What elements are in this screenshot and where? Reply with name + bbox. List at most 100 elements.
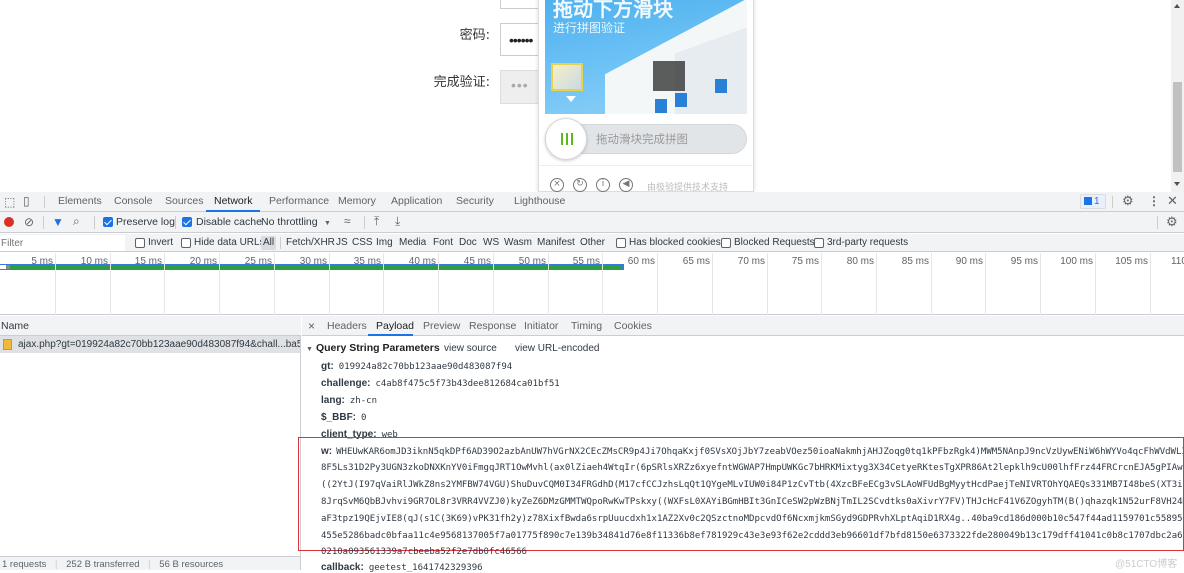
filter-type-js[interactable]: JS bbox=[336, 237, 348, 248]
query-params-section-header[interactable]: ▼ Query String Parameters bbox=[306, 342, 440, 354]
timeline-tick-label: 50 ms bbox=[518, 256, 546, 267]
import-har-icon[interactable]: ⤒ bbox=[374, 215, 379, 227]
w-param-line: aF3tpz19QEjvIE8(qJ(s1C(3K69)vPK31fh2y)z7… bbox=[321, 514, 1183, 524]
filter-type-other[interactable]: Other bbox=[580, 237, 605, 248]
timeline-tick-label: 85 ms bbox=[901, 256, 929, 267]
more-options-icon[interactable]: ⋮ bbox=[1148, 195, 1160, 207]
scroll-down-icon[interactable] bbox=[1174, 182, 1180, 186]
device-toolbar-icon[interactable]: ▯ bbox=[23, 195, 30, 207]
filter-type-fetch-xhr[interactable]: Fetch/XHR bbox=[286, 237, 335, 248]
name-column-header[interactable]: Name bbox=[0, 316, 301, 336]
timeline-tick-label: 80 ms bbox=[846, 256, 874, 267]
timeline-tick-label: 110 ms bbox=[1170, 256, 1184, 267]
tab-performance[interactable]: Performance bbox=[269, 195, 329, 207]
w-param-line: 455e5286badc0bfaa11c4e9568137005f7a01775… bbox=[321, 531, 1183, 541]
timeline-gridline bbox=[110, 253, 111, 315]
detail-tabbar: × Headers Payload Preview Response Initi… bbox=[302, 316, 1184, 336]
filter-icon[interactable]: ▼ bbox=[52, 216, 64, 228]
tab-cookies[interactable]: Cookies bbox=[614, 320, 652, 332]
filter-type-doc[interactable]: Doc bbox=[459, 237, 477, 248]
info-icon[interactable]: i bbox=[596, 178, 610, 192]
record-icon[interactable] bbox=[4, 217, 14, 227]
request-row[interactable]: ajax.php?gt=019924a82c70bb123aae90d48308… bbox=[0, 336, 300, 353]
timeline-tick-label: 5 ms bbox=[31, 256, 53, 267]
preserve-log-checkbox[interactable] bbox=[103, 217, 113, 227]
xhr-file-icon bbox=[3, 339, 12, 350]
blocked-requests-checkbox[interactable] bbox=[721, 238, 731, 248]
tab-payload[interactable]: Payload bbox=[376, 320, 414, 332]
tab-response[interactable]: Response bbox=[469, 320, 516, 332]
tab-initiator[interactable]: Initiator bbox=[524, 320, 558, 332]
export-har-icon[interactable]: ⤓ bbox=[395, 215, 400, 227]
param-value: c4ab8f475c5f73b43dee812684ca01bf51 bbox=[375, 379, 560, 389]
filter-type-img[interactable]: Img bbox=[376, 237, 393, 248]
window-shape bbox=[715, 79, 727, 93]
hide-data-urls-checkbox[interactable] bbox=[181, 238, 191, 248]
inspect-element-icon[interactable]: ⬚ bbox=[4, 196, 15, 208]
captcha-subtitle: 进行拼图验证 bbox=[553, 21, 626, 35]
close-devtools-icon[interactable]: ✕ bbox=[1167, 194, 1178, 207]
network-overview-timeline[interactable]: 5 ms 10 ms 15 ms 20 ms 25 ms 30 ms 35 ms 40 ms 4… bbox=[0, 253, 1184, 315]
filter-type-css[interactable]: CSS bbox=[352, 237, 373, 248]
close-icon[interactable]: × bbox=[550, 178, 564, 192]
clear-icon[interactable]: ⊘ bbox=[24, 216, 34, 228]
timeline-tick-label: 30 ms bbox=[299, 256, 327, 267]
settings-icon[interactable]: ⚙ bbox=[1122, 194, 1134, 207]
filter-type-all[interactable]: All bbox=[261, 236, 277, 250]
timeline-gridline bbox=[712, 253, 713, 315]
w-param-line: 8JrqSvM6QbBJvhvi9GR7OL8r3VRR4VVZJ0)kyZeZ… bbox=[321, 497, 1183, 507]
arrow-down-icon bbox=[566, 96, 576, 102]
refresh-icon[interactable]: ↻ bbox=[573, 178, 587, 192]
close-detail-icon[interactable]: × bbox=[308, 319, 315, 333]
param-key: challenge: bbox=[321, 378, 371, 389]
timeline-gridline bbox=[329, 253, 330, 315]
timeline-tick-label: 90 ms bbox=[955, 256, 983, 267]
grip-icon bbox=[561, 133, 573, 145]
timeline-tick-label: 55 ms bbox=[572, 256, 600, 267]
third-party-checkbox[interactable] bbox=[814, 238, 824, 248]
filter-type-ws[interactable]: WS bbox=[483, 237, 499, 248]
tab-console[interactable]: Console bbox=[114, 195, 153, 207]
filter-type-font[interactable]: Font bbox=[433, 237, 453, 248]
network-conditions-icon[interactable]: ≈ bbox=[344, 215, 351, 227]
filter-type-wasm[interactable]: Wasm bbox=[504, 237, 532, 248]
timeline-gridline bbox=[548, 253, 549, 315]
audio-icon[interactable]: ◀ bbox=[619, 178, 633, 192]
filter-input[interactable] bbox=[0, 235, 125, 251]
timeline-tick-label: 35 ms bbox=[353, 256, 381, 267]
request-detail-panel: × Headers Payload Preview Response Initi… bbox=[298, 316, 1184, 573]
invert-checkbox[interactable] bbox=[135, 238, 145, 248]
filter-bar: Invert Hide data URLs All Fetch/XHR JS C… bbox=[0, 234, 1184, 252]
issues-badge[interactable]: 1 bbox=[1080, 194, 1106, 209]
disable-cache-checkbox[interactable] bbox=[182, 217, 192, 227]
search-icon[interactable]: ⌕ bbox=[73, 215, 80, 227]
tab-lighthouse[interactable]: Lighthouse bbox=[514, 195, 565, 207]
web-page: 密码: •••••• 完成验证: ••• 拖动下方滑块 进行拼图验证 拖动滑块完… bbox=[0, 0, 1184, 192]
view-source-link[interactable]: view source bbox=[444, 343, 497, 354]
scrollbar-thumb[interactable] bbox=[1173, 82, 1182, 172]
tab-sources[interactable]: Sources bbox=[165, 195, 204, 207]
captcha-image: 拖动下方滑块 进行拼图验证 bbox=[545, 0, 747, 114]
timeline-tick-label: 15 ms bbox=[134, 256, 162, 267]
view-url-encoded-link[interactable]: view URL-encoded bbox=[515, 343, 600, 354]
tab-headers[interactable]: Headers bbox=[327, 320, 367, 332]
tab-preview[interactable]: Preview bbox=[423, 320, 460, 332]
throttling-select[interactable]: No throttling bbox=[261, 216, 318, 228]
param-key: $_BBF: bbox=[321, 412, 357, 423]
tab-timing[interactable]: Timing bbox=[571, 320, 602, 332]
dropdown-arrow-icon[interactable]: ▼ bbox=[324, 218, 331, 230]
filter-type-manifest[interactable]: Manifest bbox=[537, 237, 575, 248]
tab-elements[interactable]: Elements bbox=[58, 195, 102, 207]
tab-security[interactable]: Security bbox=[456, 195, 494, 207]
network-settings-icon[interactable]: ⚙ bbox=[1166, 215, 1178, 228]
page-scrollbar[interactable] bbox=[1171, 0, 1184, 192]
filter-type-media[interactable]: Media bbox=[399, 237, 426, 248]
has-blocked-cookies-checkbox[interactable] bbox=[616, 238, 626, 248]
tab-network[interactable]: Network bbox=[214, 195, 253, 207]
watermark: @51CTO博客 bbox=[1115, 559, 1178, 570]
slider-handle[interactable] bbox=[545, 118, 587, 160]
tab-memory[interactable]: Memory bbox=[338, 195, 376, 207]
network-summary: 1 requests | 252 B transferred | 56 B re… bbox=[0, 556, 300, 570]
tab-application[interactable]: Application bbox=[391, 195, 442, 207]
scroll-up-icon[interactable] bbox=[1174, 4, 1180, 8]
